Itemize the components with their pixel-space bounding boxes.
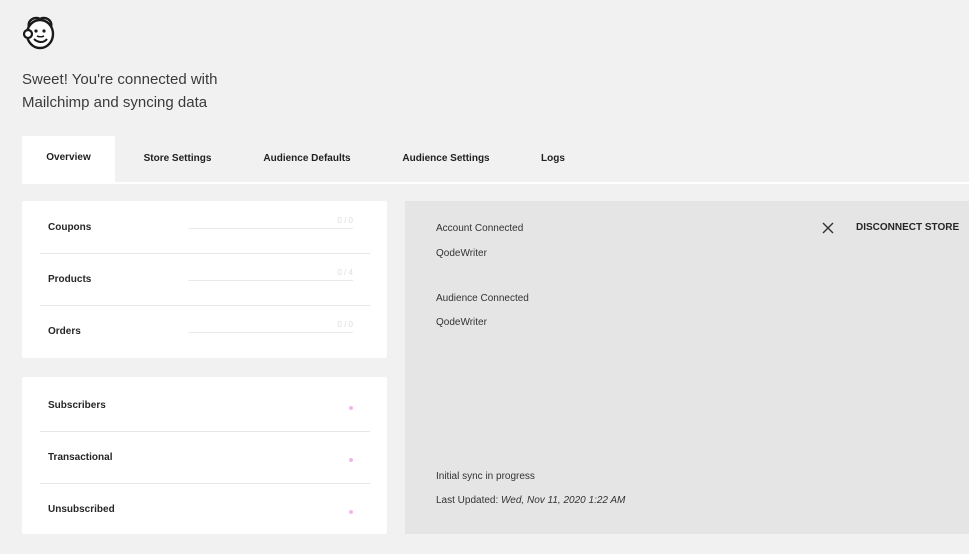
tab-store-settings[interactable]: Store Settings [131,136,224,182]
disconnect-store-label: DISCONNECT STORE [856,222,960,233]
coupons-progress-bar [188,228,353,229]
coupons-row: Coupons 0 / 0 [40,201,370,254]
coupons-count: 0 / 0 [337,216,353,225]
sync-stats-card: Coupons 0 / 0 Products 0 / 4 Orders 0 / … [22,201,387,358]
subscribers-row: Subscribers [40,379,370,432]
subscribers-label: Subscribers [48,400,106,411]
coupons-label: Coupons [48,222,92,233]
orders-label: Orders [48,326,81,337]
orders-progress-bar [188,332,353,333]
transactional-label: Transactional [48,452,113,463]
sync-status-text: Initial sync in progress [436,471,535,482]
page-headline: Sweet! You're connected with Mailchimp a… [22,71,218,111]
account-connected-label: Account Connected [436,223,524,234]
orders-count: 0 / 0 [337,320,353,329]
tab-overview[interactable]: Overview [22,136,115,182]
subscribers-loading-dot [349,406,353,410]
last-updated-value: Wed, Nov 11, 2020 1:22 AM [501,495,626,506]
audience-stats-card: Subscribers Transactional Unsubscribed [22,377,387,534]
transactional-row: Transactional [40,431,370,484]
unsubscribed-label: Unsubscribed [48,504,115,515]
unsubscribed-loading-dot [349,510,353,514]
audience-name: QodeWriter [436,317,487,328]
mailchimp-logo-icon [22,16,55,50]
audience-connected-label: Audience Connected [436,293,529,304]
account-name: QodeWriter [436,248,487,259]
tab-audience-defaults[interactable]: Audience Defaults [250,136,364,182]
products-row: Products 0 / 4 [40,253,370,306]
close-icon [822,222,834,234]
unsubscribed-row: Unsubscribed [40,483,370,535]
last-updated: Last Updated: Wed, Nov 11, 2020 1:22 AM [436,495,625,506]
products-progress-bar [188,280,353,281]
tab-audience-settings[interactable]: Audience Settings [389,136,503,182]
transactional-loading-dot [349,458,353,462]
orders-row: Orders 0 / 0 [40,305,370,357]
connection-panel: Account Connected QodeWriter Audience Co… [405,201,969,534]
tab-logs[interactable]: Logs [533,136,573,182]
last-updated-label: Last Updated: [436,495,499,506]
products-count: 0 / 4 [337,268,353,277]
products-label: Products [48,274,92,285]
settings-tabs: Overview Store Settings Audience Default… [22,136,969,184]
